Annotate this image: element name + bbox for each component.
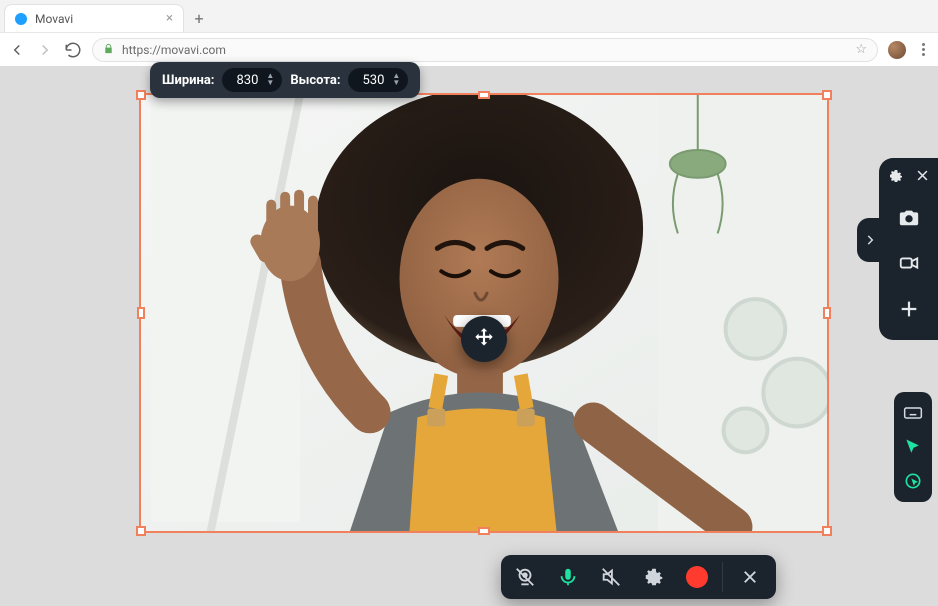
resize-handle-ne[interactable] bbox=[822, 90, 832, 100]
highlight-clicks-button[interactable] bbox=[898, 466, 928, 496]
gear-icon bbox=[888, 168, 904, 184]
webcam-toggle-button[interactable] bbox=[505, 557, 545, 597]
nav-back-button[interactable] bbox=[8, 41, 26, 59]
height-input[interactable]: 530 ▲▼ bbox=[348, 68, 408, 92]
move-icon bbox=[471, 326, 497, 352]
resize-handle-nw[interactable] bbox=[136, 90, 146, 100]
new-tab-button[interactable]: + bbox=[188, 7, 210, 29]
separator bbox=[722, 562, 723, 592]
tab-close-icon[interactable]: × bbox=[166, 11, 173, 26]
browser-menu-button[interactable] bbox=[916, 43, 930, 56]
width-label: Ширина: bbox=[162, 73, 214, 88]
screenshot-mode-button[interactable] bbox=[892, 200, 926, 234]
browser-toolbar: https://movavi.com ☆ bbox=[0, 32, 938, 66]
click-ripple-icon bbox=[903, 471, 923, 491]
show-keystrokes-button[interactable] bbox=[898, 398, 928, 428]
page-viewport: Ширина: 830 ▲▼ Высота: 530 ▲▼ bbox=[0, 66, 938, 606]
side-settings-button[interactable] bbox=[888, 168, 904, 188]
resize-handle-n[interactable] bbox=[478, 91, 490, 99]
close-icon bbox=[741, 568, 759, 586]
keyboard-icon bbox=[903, 403, 923, 423]
show-cursor-button[interactable] bbox=[898, 432, 928, 462]
start-record-button[interactable] bbox=[677, 557, 717, 597]
width-value: 830 bbox=[236, 73, 258, 88]
speaker-off-icon bbox=[600, 566, 622, 588]
browser-tab-strip: Movavi × + bbox=[0, 0, 938, 32]
recorder-toolbar bbox=[501, 555, 776, 599]
mic-icon bbox=[557, 566, 579, 588]
resize-handle-e[interactable] bbox=[823, 307, 831, 319]
microphone-toggle-button[interactable] bbox=[548, 557, 588, 597]
height-value: 530 bbox=[362, 73, 384, 88]
capture-dimensions-bar[interactable]: Ширина: 830 ▲▼ Высота: 530 ▲▼ bbox=[150, 62, 420, 98]
close-icon bbox=[915, 168, 930, 183]
address-bar[interactable]: https://movavi.com ☆ bbox=[92, 38, 878, 62]
add-mode-button[interactable] bbox=[892, 292, 926, 326]
side-close-button[interactable] bbox=[915, 168, 930, 188]
width-stepper[interactable]: ▲▼ bbox=[266, 73, 274, 87]
capture-region[interactable] bbox=[139, 93, 829, 533]
captured-content-image bbox=[141, 95, 827, 531]
height-label: Высота: bbox=[290, 73, 340, 88]
recorder-close-button[interactable] bbox=[728, 557, 772, 597]
url-text: https://movavi.com bbox=[122, 43, 226, 57]
system-audio-toggle-button[interactable] bbox=[591, 557, 631, 597]
resize-handle-se[interactable] bbox=[822, 526, 832, 536]
move-region-handle[interactable] bbox=[461, 316, 507, 362]
resize-handle-w[interactable] bbox=[137, 307, 145, 319]
browser-tab[interactable]: Movavi × bbox=[4, 4, 184, 32]
profile-avatar[interactable] bbox=[888, 41, 906, 59]
chevron-right-icon bbox=[863, 233, 877, 247]
side-panel-expand-button[interactable] bbox=[857, 218, 883, 262]
overlay-tools-strip bbox=[894, 392, 932, 502]
camera-icon bbox=[898, 206, 920, 228]
capture-side-panel bbox=[879, 158, 938, 340]
webcam-off-icon bbox=[514, 566, 536, 588]
tab-title: Movavi bbox=[35, 12, 73, 26]
width-input[interactable]: 830 ▲▼ bbox=[222, 68, 282, 92]
height-stepper[interactable]: ▲▼ bbox=[392, 73, 400, 87]
record-icon bbox=[686, 566, 708, 588]
lock-icon bbox=[103, 43, 114, 57]
tab-favicon bbox=[15, 13, 27, 25]
videocam-icon bbox=[898, 252, 920, 274]
resize-handle-sw[interactable] bbox=[136, 526, 146, 536]
nav-forward-button[interactable] bbox=[36, 41, 54, 59]
resize-handle-s[interactable] bbox=[478, 527, 490, 535]
bookmark-star-icon[interactable]: ☆ bbox=[855, 42, 867, 57]
recorder-settings-button[interactable] bbox=[634, 557, 674, 597]
cursor-icon bbox=[903, 437, 923, 457]
video-mode-button[interactable] bbox=[892, 246, 926, 280]
plus-icon bbox=[898, 298, 920, 320]
gear-icon bbox=[643, 566, 665, 588]
nav-reload-button[interactable] bbox=[64, 41, 82, 59]
